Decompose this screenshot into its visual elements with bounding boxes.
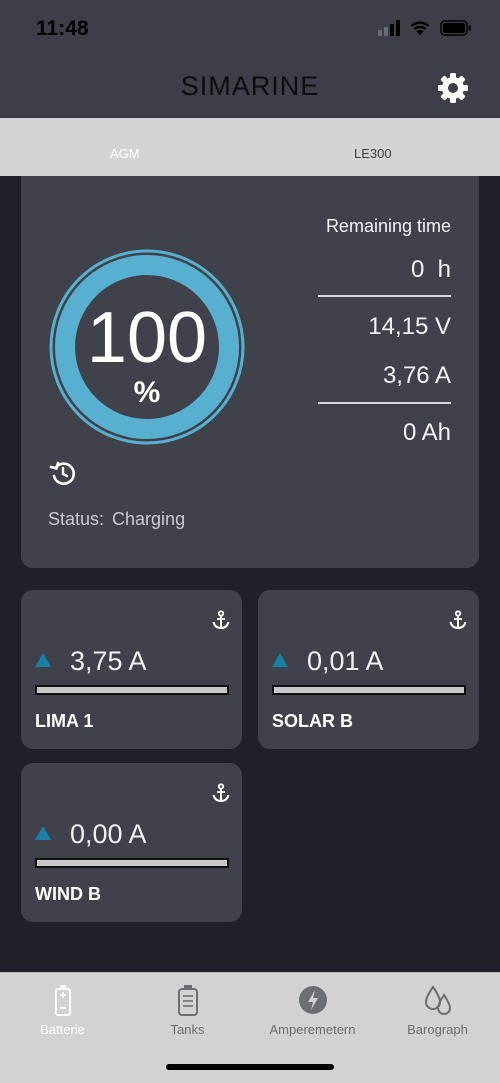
nav-label: Barograph xyxy=(407,1022,468,1037)
divider xyxy=(318,402,451,404)
history-icon[interactable] xyxy=(49,459,77,487)
nav-label: Amperemetern xyxy=(269,1022,356,1037)
status-time: 11:48 xyxy=(36,17,89,40)
charge-percent: 100 xyxy=(86,298,208,378)
nav-label: Tanks xyxy=(170,1022,205,1037)
gear-icon[interactable] xyxy=(436,71,470,105)
charge-percent-unit: % xyxy=(133,376,161,409)
anchor-icon xyxy=(212,610,230,630)
source-value: 3,75 A xyxy=(70,646,147,676)
battery-icon xyxy=(440,19,471,36)
source-level-bar xyxy=(35,685,229,695)
status-label: Status: xyxy=(48,509,105,529)
source-card-wind-b[interactable]: 0,00 A WIND B xyxy=(21,763,242,922)
status-line: Status: Charging xyxy=(48,509,185,530)
tab-agm[interactable]: AGM xyxy=(110,146,140,161)
nav-item-barograph[interactable]: Barograph xyxy=(375,983,500,1037)
remaining-time-label: Remaining time xyxy=(325,216,451,236)
divider xyxy=(318,295,451,297)
battery-nav-icon xyxy=(54,985,71,1016)
nav-item-tanks[interactable]: Tanks xyxy=(125,983,250,1037)
source-name: SOLAR B xyxy=(272,711,353,731)
source-card-solar-b[interactable]: 0,01 A SOLAR B xyxy=(258,590,479,749)
app-title: SIMARINE xyxy=(180,71,320,101)
tank-icon xyxy=(177,985,198,1016)
source-value: 0,00 A xyxy=(70,819,147,849)
source-level-bar xyxy=(272,685,466,695)
status-bar: 11:48 xyxy=(0,0,500,58)
home-indicator xyxy=(166,1064,334,1070)
bolt-icon xyxy=(298,986,327,1014)
nav-item-amperemetern[interactable]: Amperemetern xyxy=(250,983,375,1037)
voltage-value: 14,15 V xyxy=(368,313,451,340)
nav-label: Batterie xyxy=(40,1022,85,1037)
status-value: Charging xyxy=(112,509,186,529)
capacity-value: 0 Ah xyxy=(402,419,451,446)
increase-arrow-icon xyxy=(35,826,51,840)
source-name: LIMA 1 xyxy=(35,711,94,731)
source-name: WIND B xyxy=(35,884,101,904)
nav-item-batterie[interactable]: Batterie xyxy=(0,983,125,1037)
signal-icon xyxy=(378,19,400,36)
droplets-icon xyxy=(424,985,451,1015)
wifi-icon xyxy=(410,21,430,35)
increase-arrow-icon xyxy=(35,653,51,667)
anchor-icon xyxy=(212,783,230,803)
remaining-time-value: 0 h xyxy=(410,256,451,283)
battery-card: 100 % Remaining time 0 h 14,15 V 3,76 A … xyxy=(21,176,479,568)
anchor-icon xyxy=(449,610,467,630)
current-value: 3,76 A xyxy=(382,362,451,389)
battery-tab-bar: AGM LE300 xyxy=(0,118,500,176)
app-header: SIMARINE xyxy=(0,58,500,118)
tab-le300[interactable]: LE300 xyxy=(354,146,392,161)
source-value: 0,01 A xyxy=(307,646,384,676)
increase-arrow-icon xyxy=(272,653,288,667)
source-level-bar xyxy=(35,858,229,868)
source-card-lima-1[interactable]: 3,75 A LIMA 1 xyxy=(21,590,242,749)
